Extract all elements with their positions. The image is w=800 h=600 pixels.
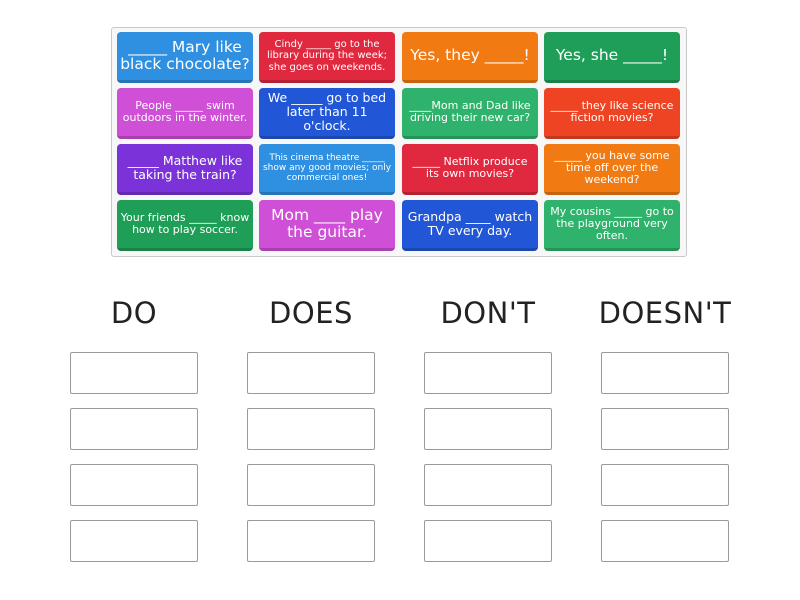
card-text: My cousins _____ go to the playground ve… xyxy=(550,204,674,243)
drop-zone-doesnt[interactable] xyxy=(601,408,729,450)
card-text: People _____ swim outdoors in the winter… xyxy=(122,98,248,124)
draggable-card[interactable]: _____ they like science fiction movies? xyxy=(544,88,680,139)
drop-zone-do[interactable] xyxy=(70,464,198,506)
drop-zone-does[interactable] xyxy=(247,352,375,394)
draggable-card[interactable]: _____ Matthew like taking the train? xyxy=(117,144,253,195)
draggable-card[interactable]: Mom ____ play the guitar. xyxy=(259,200,395,251)
drop-zone-dont[interactable] xyxy=(424,520,552,562)
drop-zone-do[interactable] xyxy=(70,408,198,450)
draggable-card[interactable]: We _____ go to bed later than 11 o'clock… xyxy=(259,88,395,139)
drop-zone-do[interactable] xyxy=(70,352,198,394)
card-text: Your friends _____ know how to play socc… xyxy=(120,210,250,236)
card-text: Grandpa ____ watch TV every day. xyxy=(407,209,533,238)
column-heading-dont: DON'T xyxy=(440,296,536,330)
column-heading-doesnt: DOESN'T xyxy=(598,296,732,330)
drop-zone-dont[interactable] xyxy=(424,352,552,394)
card-text: _____ Matthew like taking the train? xyxy=(127,153,243,182)
drop-zone-dont[interactable] xyxy=(424,408,552,450)
draggable-card[interactable]: _____ Netflix produce its own movies? xyxy=(402,144,538,195)
card-text: This cinema theatre _____ show any good … xyxy=(262,152,392,184)
card-text: Yes, they _____! xyxy=(410,46,530,65)
card-text: _____ you have some time off over the we… xyxy=(554,148,670,187)
column-heading-does: DOES xyxy=(269,296,353,330)
draggable-card[interactable]: My cousins _____ go to the playground ve… xyxy=(544,200,680,251)
activity-stage: _____ Mary like black chocolate? Cindy _… xyxy=(0,0,800,600)
card-text: We _____ go to bed later than 11 o'clock… xyxy=(267,90,387,133)
drop-zone-doesnt[interactable] xyxy=(601,464,729,506)
drop-zone-does[interactable] xyxy=(247,520,375,562)
draggable-card[interactable]: _____ Mary like black chocolate? xyxy=(117,32,253,83)
drop-zone-doesnt[interactable] xyxy=(601,520,729,562)
card-text: _____ Netflix produce its own movies? xyxy=(412,154,528,180)
card-text: ____Mom and Dad like driving their new c… xyxy=(409,98,531,124)
card-text: Mom ____ play the guitar. xyxy=(271,205,383,241)
drop-zone-does[interactable] xyxy=(247,408,375,450)
draggable-card[interactable]: Your friends _____ know how to play socc… xyxy=(117,200,253,251)
card-text: _____ Mary like black chocolate? xyxy=(120,37,250,73)
card-text: Yes, she _____! xyxy=(555,46,669,65)
drop-zone-does[interactable] xyxy=(247,464,375,506)
card-pool: _____ Mary like black chocolate? Cindy _… xyxy=(111,27,687,257)
card-text: Cindy _____ go to the library during the… xyxy=(266,39,388,73)
column-heading-do: DO xyxy=(110,296,158,330)
draggable-card[interactable]: People _____ swim outdoors in the winter… xyxy=(117,88,253,139)
draggable-card[interactable]: ____Mom and Dad like driving their new c… xyxy=(402,88,538,139)
draggable-card[interactable]: Grandpa ____ watch TV every day. xyxy=(402,200,538,251)
draggable-card[interactable]: This cinema theatre _____ show any good … xyxy=(259,144,395,195)
draggable-card[interactable]: Cindy _____ go to the library during the… xyxy=(259,32,395,83)
draggable-card[interactable]: Yes, they _____! xyxy=(402,32,538,83)
drop-zone-dont[interactable] xyxy=(424,464,552,506)
draggable-card[interactable]: _____ you have some time off over the we… xyxy=(544,144,680,195)
drop-zone-do[interactable] xyxy=(70,520,198,562)
draggable-card[interactable]: Yes, she _____! xyxy=(544,32,680,83)
drop-zone-doesnt[interactable] xyxy=(601,352,729,394)
card-text: _____ they like science fiction movies? xyxy=(550,98,674,124)
